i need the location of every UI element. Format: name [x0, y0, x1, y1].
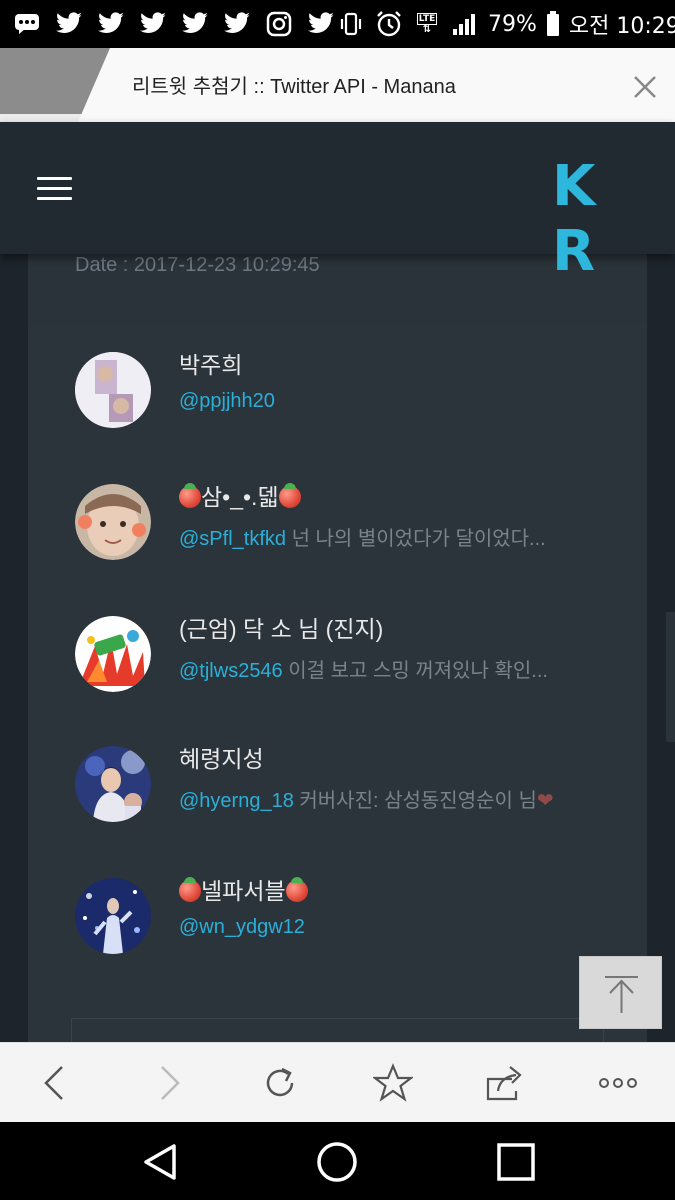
share-icon — [486, 1066, 522, 1101]
content-box — [71, 1018, 604, 1042]
peach-emoji-icon — [179, 483, 201, 508]
user-handle[interactable]: @tjlws2546 — [179, 660, 283, 682]
bookmark-button[interactable] — [371, 1061, 415, 1105]
list-item[interactable]: 박주희 @ppjjhh20 — [75, 352, 635, 432]
peach-emoji-icon — [179, 877, 201, 902]
notification-icons — [12, 9, 336, 39]
user-handle[interactable]: @wn_ydgw12 — [179, 916, 305, 938]
hamburger-icon-bar — [37, 187, 72, 190]
refresh-icon — [266, 1067, 294, 1097]
draw-date: Date : 2017-12-23 10:29:45 — [75, 254, 320, 276]
close-tab-button[interactable] — [630, 72, 660, 102]
avatar[interactable] — [75, 352, 151, 428]
clock: 오전 10:29 — [568, 14, 675, 39]
user-bio: 커버사진: 삼성동진영순이 님 — [293, 790, 537, 812]
avatar[interactable] — [75, 746, 151, 822]
home-circle-icon — [317, 1142, 357, 1182]
menu-button[interactable] — [37, 177, 72, 201]
reload-button[interactable] — [258, 1061, 302, 1105]
list-item[interactable]: (근엄) 닥 소 님 (진지) @tjlws2546 이걸 보고 스밍 꺼져있나… — [75, 616, 635, 696]
tab-title: 리트윗 추첨기 :: Twitter API - Manana — [132, 76, 456, 98]
triangle-back-icon — [144, 1144, 176, 1180]
instagram-icon — [264, 9, 294, 39]
user-line: @wn_ydgw12 — [179, 916, 305, 939]
hamburger-icon-bar — [37, 177, 72, 180]
user-line: @hyerng_18 커버사진: 삼성동진영순이 님❤ — [179, 784, 554, 813]
more-icon — [599, 1078, 637, 1088]
user-handle[interactable]: @sPfl_tkfkd — [179, 528, 286, 550]
avatar[interactable] — [75, 616, 151, 692]
user-handle[interactable]: @hyerng_18 — [179, 790, 294, 812]
battery-icon — [545, 9, 561, 39]
site-header: K R — [0, 122, 675, 284]
user-bio: 이걸 보고 스밍 꺼져있나 확인... — [282, 660, 548, 682]
user-name: 삼•_•.덻 — [179, 478, 301, 512]
list-item[interactable]: 혜령지성 @hyerng_18 커버사진: 삼성동진영순이 님❤ — [75, 746, 635, 826]
forward-button[interactable] — [148, 1061, 192, 1105]
hamburger-icon-bar — [37, 197, 72, 200]
system-status: LTE ⇅ 79% 오전 10:29 — [336, 8, 675, 40]
alarm-icon — [374, 9, 404, 39]
avatar[interactable] — [75, 878, 151, 954]
avatar[interactable] — [75, 484, 151, 560]
lte-signal-icon: LTE ⇅ — [416, 13, 438, 35]
brand-logo[interactable]: K R — [552, 154, 675, 284]
user-line: @sPfl_tkfkd 넌 나의 별이었다가 달이었다... — [179, 522, 546, 551]
user-name-text: 삼•_•.덻 — [201, 484, 279, 510]
arrow-up-icon — [605, 976, 638, 1013]
twitter-icon — [54, 9, 84, 39]
user-line: @ppjjhh20 — [179, 390, 275, 413]
user-bio: 넌 나의 별이었다가 달이었다... — [286, 528, 546, 550]
close-icon — [634, 76, 656, 98]
user-handle[interactable]: @ppjjhh20 — [179, 390, 275, 412]
share-button[interactable] — [483, 1061, 527, 1105]
signal-bars-icon — [450, 9, 480, 39]
user-name: 혜령지성 — [179, 746, 264, 772]
twitter-icon — [96, 9, 126, 39]
android-nav-bar — [0, 1122, 675, 1200]
status-bar: LTE ⇅ 79% 오전 10:29 — [0, 0, 675, 48]
back-to-top-button[interactable] — [579, 956, 662, 1029]
star-icon — [373, 1063, 413, 1102]
chevron-left-icon — [44, 1066, 63, 1100]
peach-emoji-icon — [285, 877, 308, 902]
scrollbar[interactable] — [666, 612, 675, 742]
user-name: 박주희 — [179, 352, 243, 378]
nav-home-button[interactable] — [314, 1139, 360, 1185]
list-item[interactable]: 삼•_•.덻 @sPfl_tkfkd 넌 나의 별이었다가 달이었다... — [75, 483, 635, 564]
message-icon — [12, 9, 42, 39]
twitter-icon — [222, 9, 252, 39]
page-content[interactable]: Date : 2017-12-23 10:29:45 박주희 @ppjjhh20… — [0, 254, 675, 1042]
nav-back-button[interactable] — [137, 1139, 183, 1185]
user-name: (근엄) 닥 소 님 (진지) — [179, 616, 384, 642]
back-button[interactable] — [32, 1061, 76, 1105]
battery-percent: 79% — [488, 11, 537, 37]
more-button[interactable] — [596, 1061, 640, 1105]
user-line: @tjlws2546 이걸 보고 스밍 꺼져있나 확인... — [179, 654, 548, 683]
peach-emoji-icon — [278, 483, 301, 508]
twitter-icon — [138, 9, 168, 39]
heart-emoji-icon: ❤ — [536, 790, 554, 812]
user-name-text: 넬파서블 — [201, 878, 286, 904]
vibrate-icon — [336, 9, 366, 39]
browser-toolbar — [0, 1042, 675, 1122]
chevron-right-icon — [161, 1066, 180, 1100]
square-recents-icon — [497, 1143, 535, 1181]
user-name: 넬파서블 — [179, 872, 308, 906]
twitter-icon — [180, 9, 210, 39]
nav-recents-button[interactable] — [493, 1139, 539, 1185]
list-item[interactable]: 넬파서블 @wn_ydgw12 — [75, 877, 635, 958]
twitter-icon — [306, 9, 336, 39]
